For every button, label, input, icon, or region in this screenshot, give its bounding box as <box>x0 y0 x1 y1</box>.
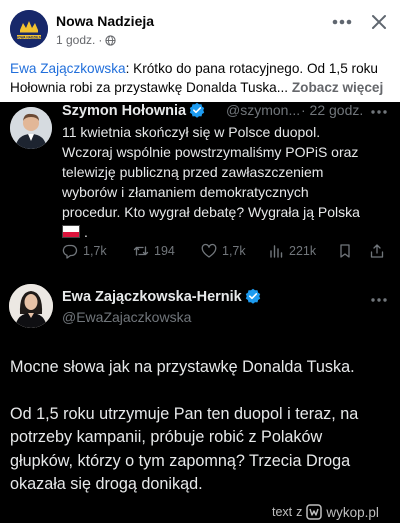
repost-button[interactable]: 194 <box>133 243 175 259</box>
poland-flag-icon <box>62 225 80 238</box>
tweet1-more-icon[interactable] <box>368 107 390 117</box>
tweet1-line: procedur. Kto wygrał debatę? Wygrała ją … <box>62 204 360 220</box>
tweet2-text: Mocne słowa jak na przystawkę Donalda Tu… <box>10 356 395 497</box>
tweet1-author-name-text: Szymon Hołownia <box>62 103 187 119</box>
crown-logo-icon: NOWA NADZIEJA <box>10 10 48 48</box>
svg-text:NOWA NADZIEJA: NOWA NADZIEJA <box>16 35 43 39</box>
page-avatar[interactable]: NOWA NADZIEJA <box>10 10 48 48</box>
caption-author-link[interactable]: Ewa Zajączkowska <box>10 61 126 76</box>
tweet2-line: głupków, którzy o tym zapomną? Trzecia D… <box>10 451 351 470</box>
tweet2-more-icon[interactable] <box>368 295 390 305</box>
tweet2-line: Od 1,5 roku utrzymuje Pan ten duopol i t… <box>10 404 359 423</box>
tweet2-avatar <box>9 284 53 328</box>
post-time[interactable]: 1 godz. <box>56 33 95 47</box>
tweet1-line: Wczoraj wspólnie powstrzymaliśmy POPiS o… <box>62 144 359 160</box>
page-name[interactable]: Nowa Nadzieja <box>56 13 154 29</box>
like-count: 1,7k <box>222 244 246 258</box>
tweet2-line: okazała się drogą donikąd. <box>10 475 203 493</box>
watermark-text: text <box>272 505 293 519</box>
tweet1-line: telewizję publiczną przed zawłaszczeniem <box>62 164 324 180</box>
heart-icon <box>201 243 217 258</box>
views-chart-icon <box>270 245 283 258</box>
tweet2-author-name[interactable]: Ewa Zajączkowska-Hernik <box>62 288 261 305</box>
share-button[interactable] <box>369 243 385 259</box>
person-avatar-icon <box>9 284 53 328</box>
repost-count: 194 <box>154 244 175 258</box>
tweet1-text: 11 kwietnia skończył się w Polsce duopol… <box>62 122 392 242</box>
watermark-site: wykop.pl <box>326 504 379 520</box>
repost-icon <box>133 246 149 256</box>
tweet1-handle[interactable]: @szymon... <box>226 102 300 118</box>
verified-badge-icon <box>245 288 260 304</box>
tweet2-handle[interactable]: @EwaZajaczkowska <box>62 309 191 325</box>
post-header: NOWA NADZIEJA Nowa Nadzieja 1 godz. · <box>0 0 400 55</box>
tweet1-time[interactable]: · 22 godz. <box>301 102 363 118</box>
meta-separator: · <box>98 33 103 47</box>
views-count: 221k <box>289 244 317 258</box>
tweet1-line: 11 kwietnia skończył się w Polsce duopol… <box>62 124 321 140</box>
caption-text-line1: : Krótko do pana rotacyjnego. Od 1,5 rok… <box>125 61 378 76</box>
tweet1-line: wyborów i złamaniem demokratycznych <box>62 184 309 200</box>
bookmark-button[interactable] <box>337 243 353 259</box>
wykop-watermark: text z wykop.pl <box>272 503 379 521</box>
wykop-logo-icon <box>306 504 323 520</box>
tweet1-line: . <box>84 224 88 240</box>
share-icon <box>370 244 384 258</box>
bookmark-icon <box>340 244 350 258</box>
like-button[interactable]: 1,7k <box>201 243 246 259</box>
close-icon[interactable] <box>369 12 389 32</box>
person-avatar-icon <box>10 107 52 149</box>
caption-text-line2: Hołownia robi za przystawkę Donalda Tusk… <box>10 80 289 95</box>
reply-count: 1,7k <box>83 244 107 258</box>
tweet2-line: potrzeby kampanii, próbuje robić z Polak… <box>10 428 323 446</box>
tweet1-avatar <box>10 107 52 149</box>
reply-button[interactable]: 1,7k <box>62 243 107 259</box>
tweet2-paragraph: Mocne słowa jak na przystawkę Donalda Tu… <box>10 358 355 376</box>
tweet-screenshot[interactable]: Szymon Hołownia @szymon... · 22 godz. 11… <box>0 102 400 523</box>
tweet2-author-name-text: Ewa Zajączkowska-Hernik <box>62 289 242 305</box>
tweet1-actions: 1,7k 194 1,7k 221k <box>62 243 392 263</box>
tweet2-paragraph: Od 1,5 roku utrzymuje Pan ten duopol i t… <box>10 403 395 497</box>
post-caption: Ewa Zajączkowska: Krótko do pana rotacyj… <box>10 59 395 97</box>
verified-badge-icon <box>189 102 205 118</box>
post-meta: 1 godz. · <box>56 33 117 47</box>
reply-icon <box>62 244 78 259</box>
watermark-z: z <box>296 505 303 519</box>
more-icon[interactable] <box>329 12 355 32</box>
see-more-link[interactable]: Zobacz więcej <box>292 80 383 95</box>
views-button[interactable]: 221k <box>268 243 316 259</box>
tweet1-author-name[interactable]: Szymon Hołownia <box>62 102 205 119</box>
globe-icon[interactable] <box>105 34 117 46</box>
